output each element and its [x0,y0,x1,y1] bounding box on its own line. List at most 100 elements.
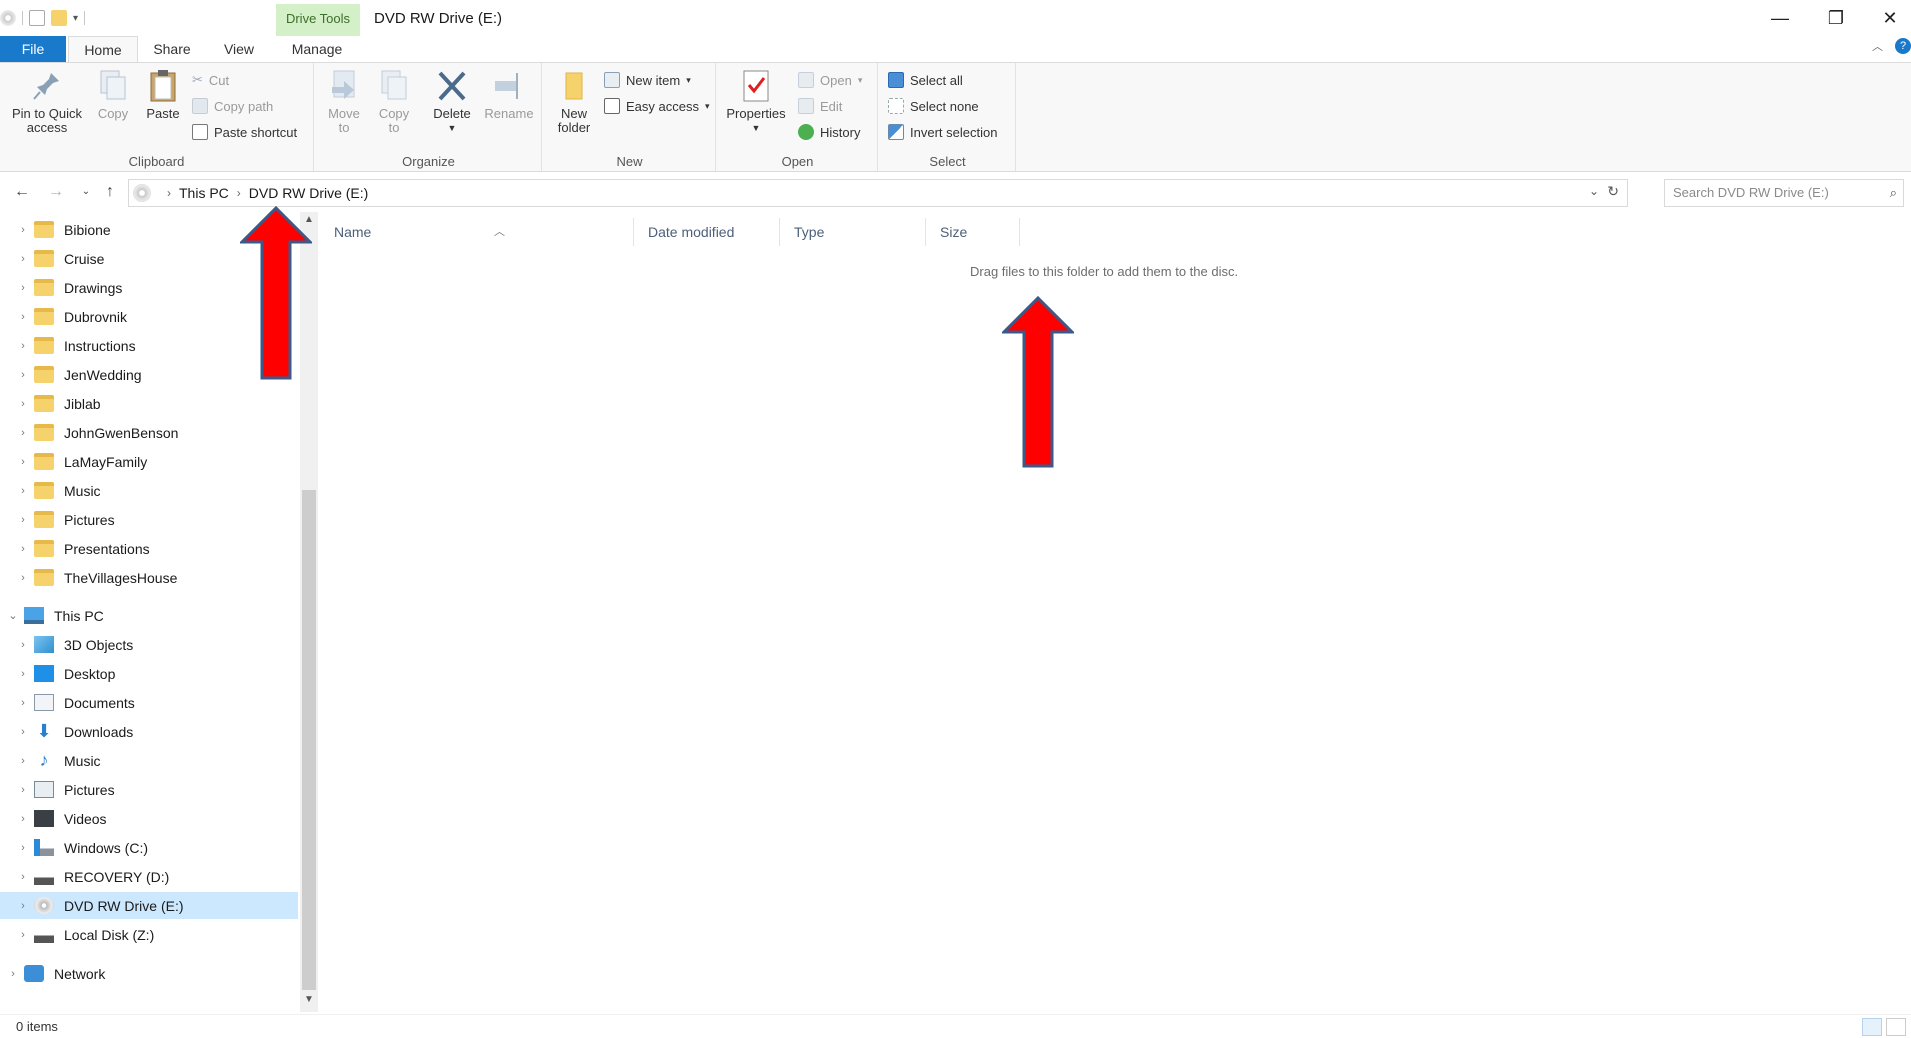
address-bar[interactable]: › This PC › DVD RW Drive (E:) ⌄ ↻ [128,179,1628,207]
delete-dropdown-icon[interactable]: ▼ [430,121,474,135]
up-arrow-icon[interactable]: ↑ [98,180,122,204]
easy-access-button[interactable]: Easy access ▾ [604,95,710,117]
tree-folder[interactable]: › LaMayFamily [0,448,298,475]
copy-path-button[interactable]: Copy path [192,95,273,117]
tree-pc-item[interactable]: › Desktop [0,660,298,687]
tree-pc-item[interactable]: › Videos [0,805,298,832]
expand-chevron-icon[interactable]: › [16,369,30,381]
tree-network[interactable]: › Network [0,960,298,987]
help-icon[interactable]: ? [1895,38,1911,54]
expand-chevron-icon[interactable]: › [16,456,30,468]
expand-chevron-icon[interactable]: › [16,784,30,796]
tree-pc-item[interactable]: › ⬇ Downloads [0,718,298,745]
expand-chevron-icon[interactable]: › [16,514,30,526]
column-header-name[interactable]: Name ︿ [324,218,634,246]
expand-chevron-icon[interactable]: › [16,755,30,767]
expand-chevron-icon[interactable]: › [16,900,30,912]
close-button[interactable]: ✕ [1862,0,1911,36]
tree-pc-item[interactable]: › RECOVERY (D:) [0,863,298,890]
tab-file[interactable]: File [0,36,66,62]
file-list-pane[interactable]: Name ︿ Date modified Type Size Drag file… [320,212,1910,1012]
expand-chevron-icon[interactable]: › [16,311,30,323]
expand-chevron-icon[interactable]: › [16,726,30,738]
customize-toolbar-icon[interactable]: ▾ [73,13,78,24]
tree-folder[interactable]: › Presentations [0,535,298,562]
select-none-button[interactable]: Select none [888,95,979,117]
scrollbar-thumb[interactable] [302,490,316,990]
details-view-icon[interactable] [1862,1018,1882,1036]
tree-folder[interactable]: › Jiblab [0,390,298,417]
tree-pc-item[interactable]: › Windows (C:) [0,834,298,861]
tree-pc-item[interactable]: › Pictures [0,776,298,803]
select-all-button[interactable]: Select all [888,69,963,91]
copy-button[interactable]: Copy [92,69,134,121]
rename-button[interactable]: Rename [482,69,536,121]
expand-chevron-icon[interactable]: › [16,929,30,941]
breadcrumb-dvd-drive[interactable]: DVD RW Drive (E:) [249,185,369,201]
new-item-button[interactable]: New item ▾ [604,69,691,91]
expand-chevron-icon[interactable]: › [16,572,30,584]
restore-button[interactable]: ❐ [1808,0,1864,36]
tree-pc-item[interactable]: › Local Disk (Z:) [0,921,298,948]
expand-chevron-icon[interactable]: › [16,639,30,651]
expand-chevron-icon[interactable]: › [16,253,30,265]
tab-share[interactable]: Share [146,36,198,62]
expand-chevron-icon[interactable]: › [16,485,30,497]
large-icons-view-icon[interactable] [1886,1018,1906,1036]
delete-button[interactable]: Delete ▼ [430,69,474,135]
tab-manage[interactable]: Manage [278,36,356,62]
expand-chevron-icon[interactable]: › [16,282,30,294]
expand-chevron-icon[interactable]: › [16,697,30,709]
properties-dropdown-icon[interactable]: ▼ [724,121,788,135]
tab-view[interactable]: View [214,36,264,62]
column-header-type[interactable]: Type [784,218,926,246]
tree-folder[interactable]: › TheVillagesHouse [0,564,298,591]
address-dropdown-icon[interactable]: ⌄ [1589,184,1599,198]
search-box[interactable]: Search DVD RW Drive (E:) ⌕ [1664,179,1904,207]
refresh-icon[interactable]: ↻ [1607,183,1619,200]
expand-chevron-icon[interactable]: › [16,543,30,555]
paste-button[interactable]: Paste [142,69,184,121]
recent-locations-chevron-icon[interactable]: ⌄ [74,180,98,204]
tree-folder[interactable]: › Pictures [0,506,298,533]
properties-icon[interactable] [29,10,45,26]
properties-button[interactable]: Properties ▼ [724,69,788,135]
expand-chevron-icon[interactable]: › [16,224,30,236]
chevron-right-icon[interactable]: › [167,186,171,200]
cut-button[interactable]: ✂ Cut [192,69,229,91]
new-folder-button[interactable]: New folder [550,69,598,135]
expand-chevron-icon[interactable]: › [6,968,20,980]
collapse-chevron-icon[interactable]: ⌄ [6,609,20,622]
tree-pc-item[interactable]: › Documents [0,689,298,716]
invert-selection-button[interactable]: Invert selection [888,121,997,143]
back-arrow-icon[interactable]: ← [10,180,34,204]
expand-chevron-icon[interactable]: › [16,427,30,439]
edit-button[interactable]: Edit [798,95,842,117]
search-icon[interactable]: ⌕ [1890,180,1897,206]
breadcrumb-this-pc[interactable]: This PC [179,185,229,201]
tree-pc-item[interactable]: › ♪ Music [0,747,298,774]
scroll-down-icon[interactable]: ▼ [300,994,318,1005]
tree-folder[interactable]: › JohnGwenBenson [0,419,298,446]
column-header-size[interactable]: Size [930,218,1020,246]
collapse-ribbon-icon[interactable]: ︿ [1872,38,1883,54]
expand-chevron-icon[interactable]: › [16,668,30,680]
new-folder-icon[interactable] [51,10,67,26]
history-button[interactable]: History [798,121,860,143]
minimize-button[interactable]: — [1752,0,1808,36]
open-button[interactable]: Open ▾ [798,69,862,91]
expand-chevron-icon[interactable]: › [16,842,30,854]
move-to-button[interactable]: Move to [322,69,366,135]
expand-chevron-icon[interactable]: › [16,813,30,825]
tab-home[interactable]: Home [68,36,138,62]
paste-shortcut-button[interactable]: Paste shortcut [192,121,297,143]
tree-folder[interactable]: › Music [0,477,298,504]
forward-arrow-icon[interactable]: → [44,180,68,204]
expand-chevron-icon[interactable]: › [16,871,30,883]
chevron-right-icon[interactable]: › [237,186,241,200]
tree-pc-item-selected[interactable]: › DVD RW Drive (E:) [0,892,298,919]
tree-pc-item[interactable]: › 3D Objects [0,631,298,658]
column-header-date-modified[interactable]: Date modified [638,218,780,246]
copy-to-button[interactable]: Copy to [372,69,416,135]
pin-to-quick-access-button[interactable]: Pin to Quick access [4,69,90,135]
